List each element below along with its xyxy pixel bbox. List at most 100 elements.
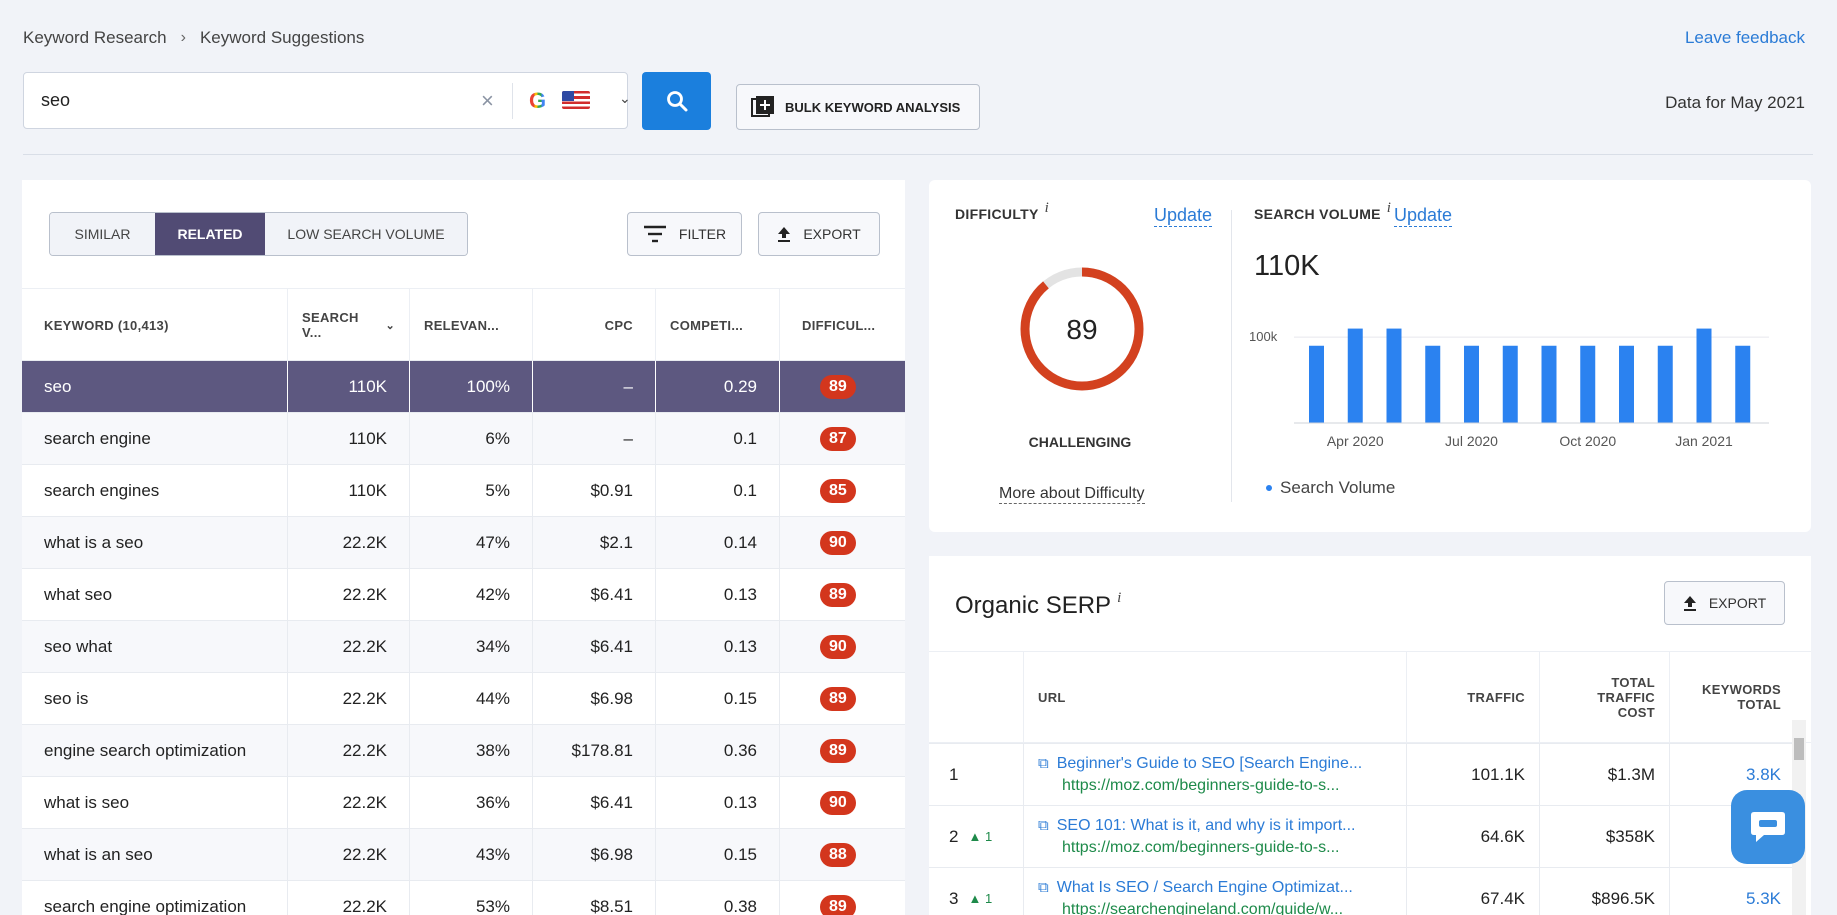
relevance-cell-text: 43% [475, 844, 510, 864]
table-row[interactable]: what is a seo 22.2K 47% $2.1 0.14 90 [22, 516, 905, 568]
volume-update-link[interactable]: Update [1394, 205, 1453, 227]
breadcrumb-keyword-research[interactable]: Keyword Research [23, 28, 167, 48]
competition-cell-text: 0.38 [723, 896, 757, 915]
search-button[interactable] [642, 72, 711, 130]
volume-bar[interactable] [1541, 345, 1557, 423]
url-cell[interactable]: ⧉ What Is SEO / Search Engine Optimizat.… [1024, 868, 1407, 915]
url-cell[interactable]: ⧉ Beginner's Guide to SEO [Search Engine… [1024, 744, 1407, 805]
keyword-cell[interactable]: what seo [22, 569, 288, 620]
url-cell[interactable]: ⧉ SEO 101: What is it, and why is it imp… [1024, 806, 1407, 867]
volume-bar[interactable] [1347, 328, 1363, 423]
col-search-volume[interactable]: SEARCH V... ⌄ [288, 289, 410, 361]
keyword-cell[interactable]: what is an seo [22, 829, 288, 880]
keyword-cell[interactable]: seo is [22, 673, 288, 724]
search-volume-chart: 100k Apr 2020 Jul 2020 Oct 2020 Jan 2021 [1249, 328, 1769, 449]
external-link-icon[interactable]: ⧉ [1038, 817, 1049, 834]
external-link-icon[interactable]: ⧉ [1038, 755, 1049, 772]
keyword-cell[interactable]: engine search optimization [22, 725, 288, 776]
competition-cell: 0.29 [656, 361, 780, 412]
table-row[interactable]: what seo 22.2K 42% $6.41 0.13 89 [22, 568, 905, 620]
col-keywords-total[interactable]: KEYWORDS TOTAL [1670, 652, 1795, 742]
keyword-cell[interactable]: what is seo [22, 777, 288, 828]
table-row[interactable]: seo 110K 100% – 0.29 89 [22, 360, 905, 412]
cpc-cell-text: $178.81 [571, 740, 633, 760]
volume-bar[interactable] [1386, 328, 1402, 423]
keyword-cell[interactable]: search engines [22, 465, 288, 516]
info-icon[interactable]: i [1387, 200, 1391, 217]
table-row[interactable]: what is an seo 22.2K 43% $6.98 0.15 88 [22, 828, 905, 880]
volume-bar[interactable] [1696, 328, 1712, 423]
keyword-cell[interactable]: seo what [22, 621, 288, 672]
clear-icon[interactable]: × [481, 88, 494, 114]
us-flag-icon[interactable] [562, 91, 590, 109]
search-volume-cell-text: 22.2K [342, 584, 387, 604]
volume-bar[interactable] [1619, 345, 1634, 423]
keywords-total-link[interactable]: 3.8K [1746, 765, 1781, 785]
tab-related[interactable]: RELATED [155, 213, 265, 255]
leave-feedback-link[interactable]: Leave feedback [1685, 28, 1805, 48]
difficulty-cell: 89 [780, 361, 905, 412]
difficulty-badge: 89 [820, 738, 856, 763]
table-row[interactable]: what is seo 22.2K 36% $6.41 0.13 90 [22, 776, 905, 828]
col-keyword[interactable]: KEYWORD (10,413) [22, 289, 288, 361]
upload-icon [778, 227, 791, 242]
difficulty-update-link[interactable]: Update [1154, 205, 1213, 227]
cpc-cell: – [533, 361, 656, 412]
chevron-down-icon[interactable]: ⌄ [619, 90, 631, 107]
col-competition[interactable]: COMPETI... [656, 289, 780, 361]
keyword-cell[interactable]: search engine optimization [22, 881, 288, 915]
keyword-cell[interactable]: seo [22, 361, 288, 412]
info-icon[interactable]: i [1045, 200, 1049, 217]
search-volume-cell-text: 22.2K [342, 896, 387, 915]
volume-bar[interactable] [1425, 345, 1441, 423]
table-row[interactable]: search engine optimization 22.2K 53% $8.51 0… [22, 880, 905, 915]
keywords-total-link[interactable]: 5.3K [1746, 889, 1781, 909]
result-title-link[interactable]: Beginner's Guide to SEO [Search Engine..… [1057, 755, 1362, 773]
difficulty-cell: 88 [780, 829, 905, 880]
scrollbar-thumb[interactable] [1794, 738, 1804, 760]
filter-button[interactable]: FILTER [627, 212, 742, 256]
export-button[interactable]: EXPORT [758, 212, 880, 256]
col-cpc[interactable]: CPC [533, 289, 656, 361]
difficulty-cell: 90 [780, 621, 905, 672]
competition-cell: 0.13 [656, 569, 780, 620]
volume-bar[interactable] [1580, 345, 1596, 423]
tab-similar[interactable]: SIMILAR [50, 213, 155, 255]
volume-bar[interactable] [1657, 345, 1673, 423]
volume-bar[interactable] [1309, 345, 1324, 423]
col-url[interactable]: URL [1024, 652, 1407, 742]
filter-label: FILTER [678, 226, 727, 242]
search-input-value[interactable]: seo [41, 90, 70, 111]
google-icon[interactable]: G [529, 88, 551, 113]
volume-bar[interactable] [1502, 345, 1518, 423]
col-traffic[interactable]: TRAFFIC [1407, 652, 1540, 742]
x-tick-label: Oct 2020 [1559, 433, 1616, 449]
volume-bar[interactable] [1735, 345, 1751, 423]
search-input[interactable]: seo × G ⌄ [23, 72, 631, 129]
col-difficulty[interactable]: DIFFICUL... [780, 289, 905, 361]
more-about-difficulty-link[interactable]: More about Difficulty [999, 485, 1145, 504]
volume-bar[interactable] [1464, 345, 1479, 423]
external-link-icon[interactable]: ⧉ [1038, 879, 1049, 896]
relevance-cell-text: 53% [475, 896, 510, 915]
col-relevance[interactable]: RELEVAN... [410, 289, 533, 361]
organic-export-button[interactable]: EXPORT [1664, 581, 1785, 625]
relevance-cell: 6% [410, 413, 533, 464]
keyword-cell-text: seo what [44, 636, 113, 656]
keywords-cell[interactable]: 5.3K [1670, 868, 1795, 915]
chat-button[interactable] [1731, 790, 1805, 864]
table-row[interactable]: search engines 110K 5% $0.91 0.1 85 [22, 464, 905, 516]
table-row[interactable]: seo is 22.2K 44% $6.98 0.15 89 [22, 672, 905, 724]
table-row[interactable]: search engine 110K 6% – 0.1 87 [22, 412, 905, 464]
result-title-link[interactable]: SEO 101: What is it, and why is it impor… [1057, 817, 1356, 835]
keyword-cell[interactable]: what is a seo [22, 517, 288, 568]
bulk-keyword-analysis-button[interactable]: BULK KEYWORD ANALYSIS [736, 84, 980, 130]
info-icon[interactable]: i [1117, 590, 1121, 618]
table-row[interactable]: seo what 22.2K 34% $6.41 0.13 90 [22, 620, 905, 672]
result-title-link[interactable]: What Is SEO / Search Engine Optimizat... [1057, 879, 1353, 897]
keyword-cell[interactable]: search engine [22, 413, 288, 464]
col-total-traffic-cost[interactable]: TOTAL TRAFFIC COST [1540, 652, 1670, 742]
tab-low-search-volume[interactable]: LOW SEARCH VOLUME [265, 213, 467, 255]
table-row[interactable]: engine search optimization 22.2K 38% $178.8… [22, 724, 905, 776]
position-cell: 1 [929, 744, 1024, 805]
